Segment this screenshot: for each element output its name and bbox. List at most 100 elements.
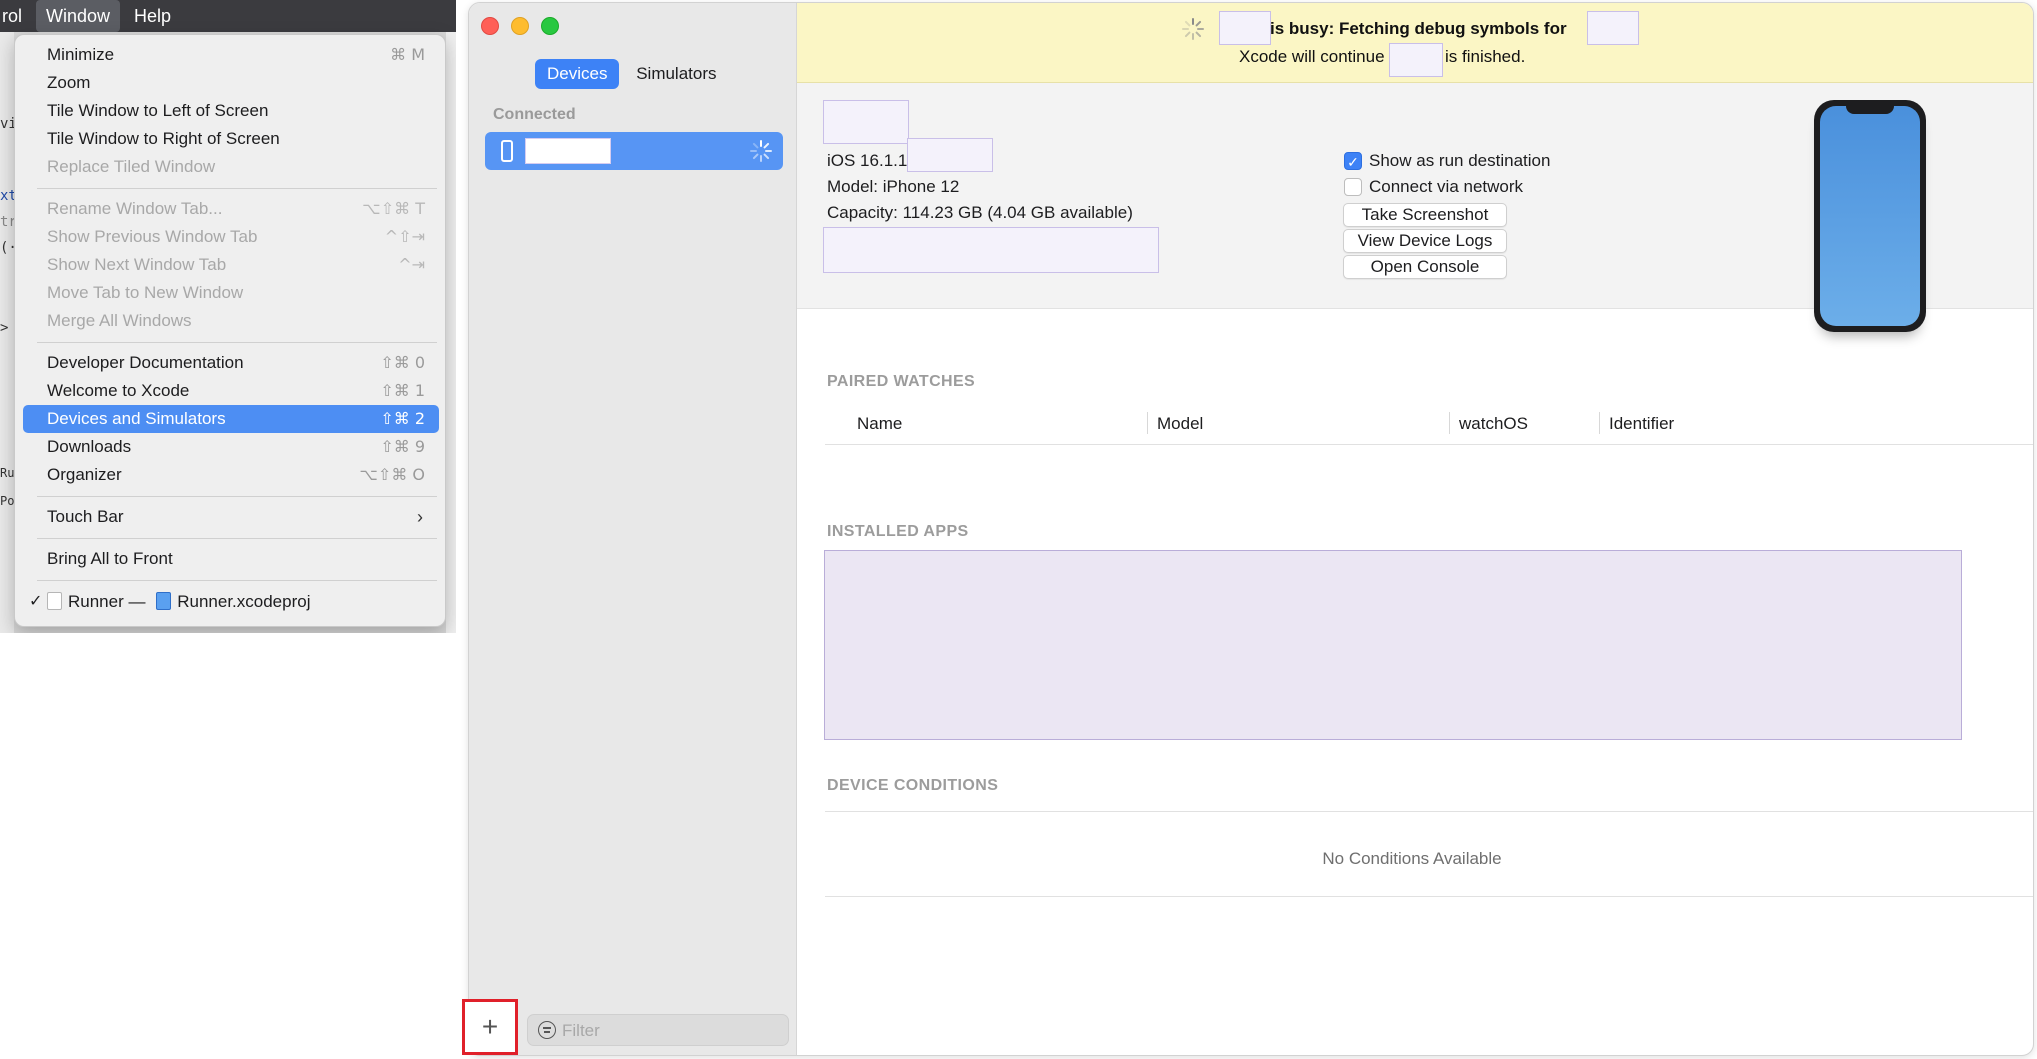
- close-window-button[interactable]: [481, 17, 499, 35]
- menu-separator: [37, 496, 437, 497]
- menu-item-label: Bring All to Front: [47, 549, 173, 568]
- bg-text: tri: [0, 214, 14, 230]
- window-menu: Minimize ⌘ M Zoom Tile Window to Left of …: [14, 34, 446, 627]
- device-list-item[interactable]: [485, 132, 783, 170]
- menu-shortcut: ^⇥: [398, 255, 425, 274]
- bg-text: (·: [0, 240, 14, 256]
- menu-item-organizer[interactable]: Organizer ⌥⇧⌘ O: [23, 461, 439, 489]
- bg-text: Ru: [0, 466, 14, 480]
- menu-item-label: Runner: [68, 592, 124, 611]
- table-divider: [825, 896, 2033, 897]
- bg-text: vie: [0, 116, 14, 132]
- menu-item-minimize[interactable]: Minimize ⌘ M: [23, 41, 439, 69]
- installed-apps-header: INSTALLED APPS: [827, 523, 969, 540]
- device-conditions-header: DEVICE CONDITIONS: [827, 777, 999, 794]
- menu-item-label: Tile Window to Right of Screen: [47, 129, 280, 148]
- bg-text: >: [0, 320, 9, 336]
- tab-devices[interactable]: Devices: [535, 59, 620, 89]
- menu-item-rename-tab: Rename Window Tab... ⌥⇧⌘ T: [23, 195, 439, 223]
- menu-item-bring-all-front[interactable]: Bring All to Front: [23, 545, 439, 573]
- chevron-right-icon: ›: [417, 507, 423, 527]
- banner-line-1: is busy: Fetching debug symbols for: [1270, 19, 1567, 38]
- iphone-illustration: [1814, 100, 1926, 332]
- open-console-button[interactable]: Open Console: [1343, 255, 1507, 279]
- no-conditions-text: No Conditions Available: [1322, 849, 1502, 868]
- menu-item-label: Downloads: [47, 437, 132, 456]
- banner-line-2b: is finished.: [1445, 47, 1526, 66]
- column-watchos[interactable]: watchOS: [1459, 414, 1528, 434]
- menu-shortcut: ⇧⌘ 0: [380, 353, 425, 372]
- iphone-notch: [1846, 106, 1894, 114]
- menu-bar: rol Window Help: [0, 0, 456, 32]
- device-detail-pane: is busy: Fetching debug symbols for Xcod…: [797, 3, 2033, 1055]
- menu-item-tile-right[interactable]: Tile Window to Right of Screen: [23, 125, 439, 153]
- menu-item-touch-bar[interactable]: Touch Bar ›: [23, 503, 439, 531]
- column-divider: [1599, 412, 1600, 434]
- menu-item-label: Replace Tiled Window: [47, 157, 216, 176]
- menu-shortcut: ^⇧⇥: [384, 227, 425, 246]
- menu-item-label: Zoom: [47, 73, 91, 92]
- run-destination-checkbox[interactable]: ✓: [1344, 152, 1362, 170]
- tab-simulators[interactable]: Simulators: [624, 59, 728, 89]
- menu-item-welcome[interactable]: Welcome to Xcode ⇧⌘ 1: [23, 377, 439, 405]
- device-info-section: iOS 16.1.1 Model: iPhone 12 Capacity: 11…: [797, 83, 2033, 332]
- background-window-edge: [446, 32, 456, 633]
- connect-network-label: Connect via network: [1369, 177, 1524, 196]
- column-name[interactable]: Name: [857, 414, 902, 434]
- device-model: Model: iPhone 12: [827, 177, 960, 196]
- menubar-item-partial[interactable]: rol: [0, 0, 32, 32]
- filter-field[interactable]: Filter: [527, 1014, 789, 1046]
- menu-item-previous-tab: Show Previous Window Tab ^⇧⇥: [23, 223, 439, 251]
- take-screenshot-button[interactable]: Take Screenshot: [1343, 203, 1507, 227]
- background-editor-fragment: vie xt tri (· > Ru Po: [0, 32, 14, 633]
- menu-item-label: Welcome to Xcode: [47, 381, 190, 400]
- menu-separator: [37, 342, 437, 343]
- zoom-window-button[interactable]: [541, 17, 559, 35]
- menu-dash: —: [128, 592, 146, 611]
- menu-separator: [37, 538, 437, 539]
- checkmark-icon: ✓: [29, 593, 43, 610]
- connected-header: Connected: [493, 106, 576, 123]
- menu-separator: [37, 188, 437, 189]
- menu-separator: [37, 580, 437, 581]
- window-menu-screenshot: rol Window Help vie xt tri (· > Ru Po Mi…: [0, 0, 456, 633]
- menu-shortcut: ⌥⇧⌘ O: [359, 465, 425, 484]
- menu-item-runner-window[interactable]: ✓ Runner — Runner.xcodeproj: [23, 588, 439, 616]
- menu-item-label: Tile Window to Left of Screen: [47, 101, 269, 120]
- column-model[interactable]: Model: [1157, 414, 1203, 434]
- plus-icon: +: [481, 1011, 499, 1042]
- ios-version: iOS 16.1.1: [827, 151, 908, 170]
- loading-spinner-icon: [749, 139, 773, 163]
- menubar-item-help[interactable]: Help: [124, 0, 181, 32]
- menu-item-label: Merge All Windows: [47, 311, 192, 330]
- menu-item-zoom[interactable]: Zoom: [23, 69, 439, 97]
- menu-item-label: Minimize: [47, 45, 115, 64]
- iphone-screen: [1820, 106, 1920, 326]
- menu-shortcut: ⇧⌘ 9: [380, 437, 425, 456]
- menu-item-downloads[interactable]: Downloads ⇧⌘ 9: [23, 433, 439, 461]
- menu-item-developer-docs[interactable]: Developer Documentation ⇧⌘ 0: [23, 349, 439, 377]
- view-device-logs-button[interactable]: View Device Logs: [1343, 229, 1507, 253]
- menu-item-devices-simulators[interactable]: Devices and Simulators ⇧⌘ 2: [23, 405, 439, 433]
- device-type-segmented-control: Devices Simulators: [535, 59, 729, 89]
- table-divider: [825, 811, 2033, 812]
- devices-simulators-window: Devices Simulators Connected Filter is b…: [468, 2, 2034, 1056]
- menu-item-move-tab: Move Tab to New Window: [23, 279, 439, 307]
- menu-item-label: Developer Documentation: [47, 353, 244, 372]
- menu-shortcut: ⇧⌘ 1: [380, 381, 425, 400]
- menu-item-merge-windows: Merge All Windows: [23, 307, 439, 335]
- redacted-device-name: [1389, 43, 1443, 77]
- column-identifier[interactable]: Identifier: [1609, 414, 1674, 434]
- menu-item-tile-left[interactable]: Tile Window to Left of Screen: [23, 97, 439, 125]
- redacted-field: [907, 138, 993, 172]
- xcodeproj-icon: [156, 592, 172, 610]
- add-device-button[interactable]: +: [462, 999, 518, 1055]
- filter-placeholder: Filter: [562, 1021, 600, 1040]
- minimize-window-button[interactable]: [511, 17, 529, 35]
- document-icon: [47, 592, 62, 610]
- connect-network-checkbox[interactable]: [1344, 178, 1362, 196]
- column-divider: [1147, 412, 1148, 434]
- menubar-item-window[interactable]: Window: [36, 0, 121, 32]
- menu-item-label: Devices and Simulators: [47, 409, 226, 428]
- installed-apps-list-redacted[interactable]: [824, 550, 1962, 740]
